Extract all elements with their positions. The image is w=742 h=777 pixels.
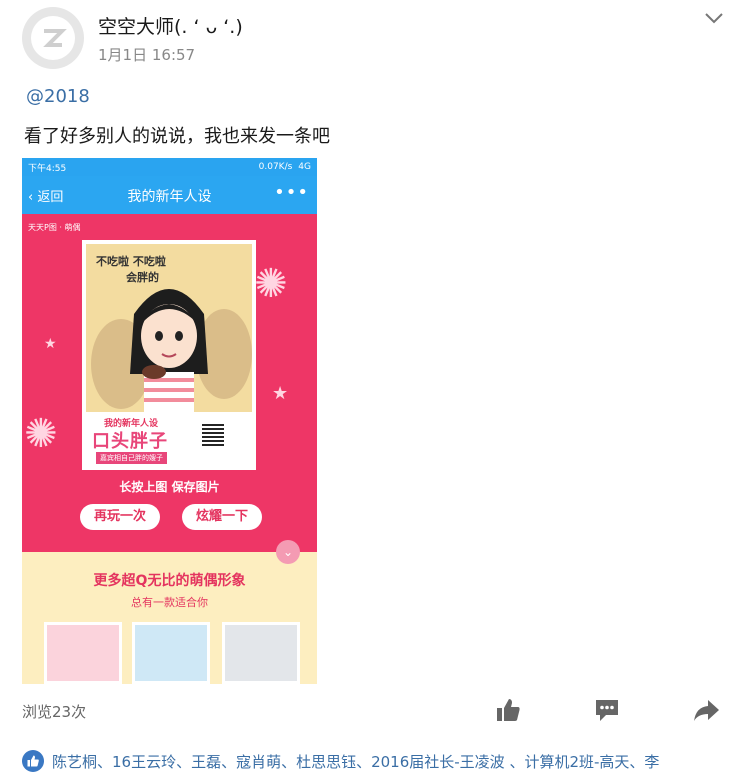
star-icon: ★ — [272, 383, 289, 404]
phone-nav-bar: ‹ 返回 我的新年人设 ••• — [22, 176, 317, 214]
share-arrow-icon[interactable] — [692, 696, 720, 724]
star-icon: ★ — [44, 336, 57, 352]
likes-row: 陈艺桐、16王云玲、王磊、寇肖萌、杜思思钰、2016届社长-王凌波 、计算机2班… — [22, 750, 659, 772]
avatar[interactable] — [22, 7, 84, 69]
avatar-card: 不吃啦 不吃啦 会胖的 我的新年人设 口头胖子 嘉宾相自己胖的嫂子 — [82, 240, 256, 470]
more-dots-icon: ••• — [274, 182, 309, 203]
thumbs-up-icon[interactable] — [494, 696, 522, 724]
liked-by-names[interactable]: 陈艺桐、16王云玲、王磊、寇肖萌、杜思思钰、2016届社长-王凌波 、计算机2班… — [52, 751, 659, 772]
character-thumbnail — [222, 622, 300, 684]
card-title: 口头胖子 — [92, 431, 168, 452]
brand-label: 天天P图 · 萌偶 — [28, 223, 81, 232]
play-again-button: 再玩一次 — [80, 504, 160, 530]
promo-title: 更多超Q无比的萌偶形象 — [93, 573, 246, 589]
cartoon-girl-icon — [91, 289, 252, 412]
status-speed: 0.07K/s — [258, 162, 293, 172]
view-count: 浏览23次 — [22, 703, 87, 721]
result-panel: 天天P图 · 萌偶 ✺ ✺ ★ ★ 不吃啦 不吃啦 会胖的 我的新年人设 口头胖… — [22, 214, 317, 552]
status-time: 下午4:55 — [28, 163, 67, 174]
phone-status-bar: 下午4:55 0.07K/s 4G — [22, 158, 317, 176]
firework-icon: ✺ — [24, 411, 58, 457]
post-text: 看了好多别人的说说，我也来发一条吧 — [24, 126, 330, 147]
firework-icon: ✺ — [254, 261, 288, 307]
show-off-button: 炫耀一下 — [182, 504, 262, 530]
phone-title: 我的新年人设 — [127, 189, 212, 205]
chevron-down-icon: ⌄ — [276, 540, 300, 564]
mention-link[interactable]: @2018 — [26, 86, 90, 107]
status-network: 4G — [298, 162, 311, 172]
comment-icon[interactable] — [593, 696, 621, 724]
post-image[interactable]: 下午4:55 0.07K/s 4G ‹ 返回 我的新年人设 ••• 天天P图 ·… — [22, 158, 317, 684]
promo-subtitle: 总有一款适合你 — [131, 596, 208, 609]
character-thumbnail — [44, 622, 122, 684]
qr-code-icon — [202, 424, 224, 446]
post-time: 1月1日 16:57 — [98, 46, 196, 64]
card-caption: 嘉宾相自己胖的嫂子 — [96, 452, 167, 464]
default-avatar-icon — [43, 29, 67, 47]
username[interactable]: 空空大师(. ‘ ᴗ ‘.) — [98, 12, 243, 39]
save-hint: 长按上图 保存图片 — [119, 480, 220, 494]
promo-panel: ⌄ 更多超Q无比的萌偶形象 总有一款适合你 — [22, 540, 317, 684]
like-badge-icon — [22, 750, 44, 772]
character-thumbnail — [132, 622, 210, 684]
chevron-down-icon[interactable] — [702, 8, 726, 28]
cartoon-illustration: 不吃啦 不吃啦 会胖的 — [86, 244, 252, 412]
